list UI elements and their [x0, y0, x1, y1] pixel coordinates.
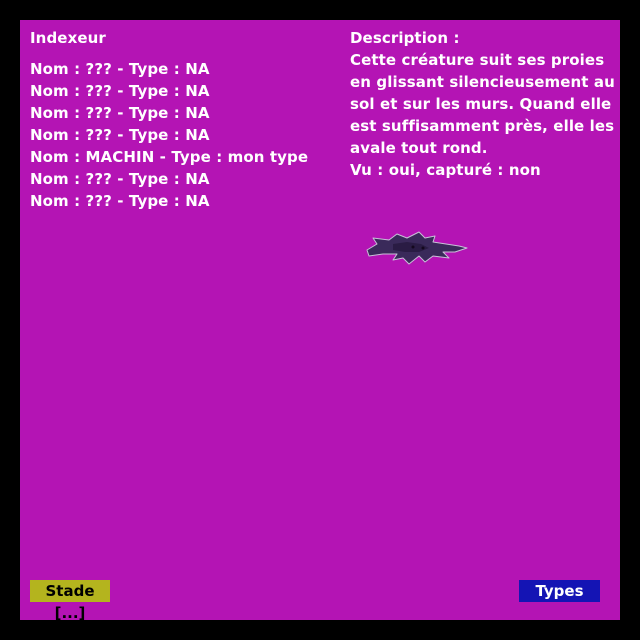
description-title: Description : — [350, 29, 460, 47]
indexeur-list: Nom : ??? - Type : NA Nom : ??? - Type :… — [30, 58, 308, 212]
description-line: Cette créature suit ses proies — [350, 51, 605, 69]
indexeur-entry-selected[interactable]: Nom : MACHIN - Type : mon type — [30, 146, 308, 168]
description-line: en glissant silencieusement au — [350, 73, 615, 91]
game-screen: Indexeur Nom : ??? - Type : NA Nom : ???… — [0, 0, 640, 640]
indexeur-entry[interactable]: Nom : ??? - Type : NA — [30, 80, 308, 102]
indexeur-entry[interactable]: Nom : ??? - Type : NA — [30, 124, 308, 146]
indexeur-entry[interactable]: Nom : ??? - Type : NA — [30, 58, 308, 80]
indexeur-panel: Indexeur Nom : ??? - Type : NA Nom : ???… — [20, 20, 620, 622]
indexeur-entry[interactable]: Nom : ??? - Type : NA — [30, 102, 308, 124]
indexeur-title: Indexeur — [30, 29, 106, 47]
description-line: avale tout rond. — [350, 139, 488, 157]
description-line: sol et sur les murs. Quand elle — [350, 95, 612, 113]
indexeur-entry[interactable]: Nom : ??? - Type : NA — [30, 168, 308, 190]
shadow-creature-sprite — [366, 231, 468, 265]
description-text: Cette créature suit ses proies en glissa… — [350, 49, 615, 181]
indexeur-entry[interactable]: Nom : ??? - Type : NA — [30, 190, 308, 212]
description-line: est suffisamment près, elle les — [350, 117, 615, 135]
stade-button[interactable]: Stade [...] — [30, 580, 110, 622]
seen-captured-status: Vu : oui, capturé : non — [350, 161, 541, 179]
types-button[interactable]: Types — [519, 580, 600, 602]
